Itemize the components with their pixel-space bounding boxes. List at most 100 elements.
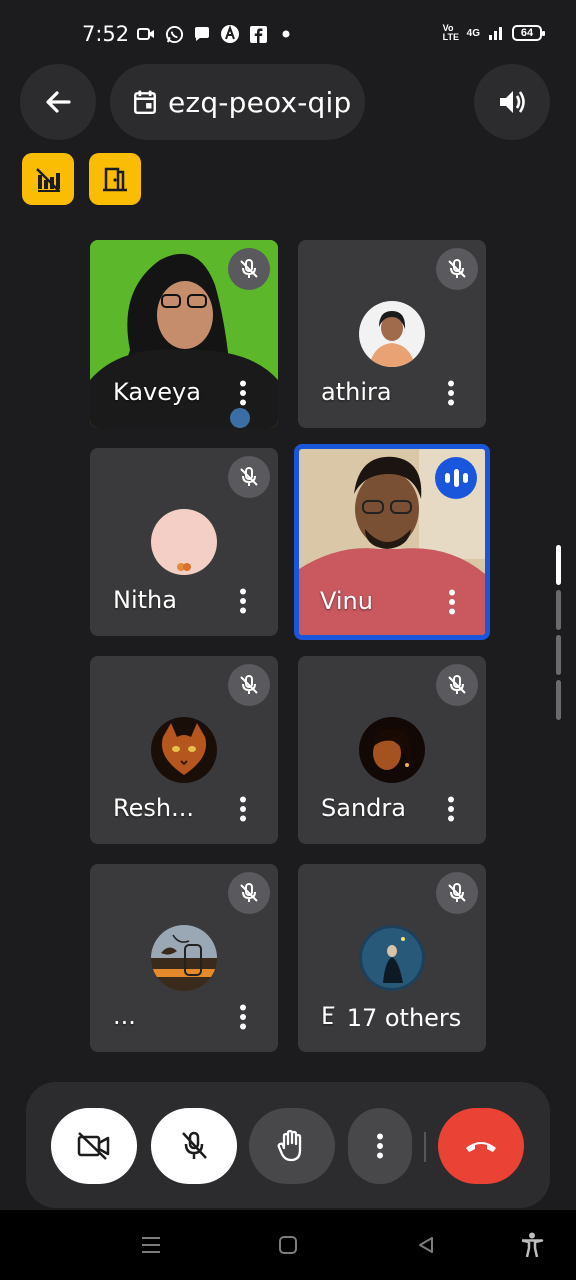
mic-off-badge xyxy=(436,664,478,706)
scroll-indicator xyxy=(556,680,561,720)
scroll-indicator-active xyxy=(556,545,561,585)
accessibility-icon xyxy=(521,1232,544,1258)
battery-icon: 64 xyxy=(512,25,545,41)
more-options-button[interactable] xyxy=(438,794,464,824)
no-network-icon xyxy=(36,168,60,192)
whatsapp-icon xyxy=(164,24,184,44)
chat-icon xyxy=(192,24,212,44)
mic-off-badge xyxy=(228,664,270,706)
menu-icon xyxy=(142,1237,160,1253)
more-options-button[interactable] xyxy=(230,586,256,616)
accessibility-button[interactable] xyxy=(519,1232,545,1258)
app-a-icon xyxy=(220,24,240,44)
volte-label: Vo LTE xyxy=(442,23,459,42)
more-options-button[interactable] xyxy=(230,1002,256,1032)
participant-tile-active[interactable]: Vinu xyxy=(294,444,490,640)
square-icon xyxy=(279,1236,297,1254)
mic-off-icon xyxy=(240,883,258,902)
participant-name: Resh... xyxy=(113,794,194,822)
participant-name: Kaveya xyxy=(113,378,201,406)
mic-off-icon xyxy=(448,259,466,278)
back-nav-button[interactable] xyxy=(413,1232,439,1258)
status-bar: 7:52 Vo LTE 4G 64 xyxy=(0,0,576,70)
participant-tile[interactable]: athira xyxy=(298,240,486,428)
meeting-info-button[interactable]: ezq-peox-qip xyxy=(110,64,365,140)
avatar xyxy=(359,717,425,783)
more-options-button[interactable] xyxy=(230,794,256,824)
avatar xyxy=(151,717,217,783)
notification-icons xyxy=(136,24,296,44)
room-button[interactable] xyxy=(89,153,141,205)
avatar xyxy=(151,925,217,991)
home-button[interactable] xyxy=(275,1232,301,1258)
participant-name: ... xyxy=(113,1002,136,1030)
door-icon xyxy=(103,167,127,192)
mic-toggle-button[interactable] xyxy=(151,1108,237,1184)
mic-off-badge xyxy=(436,872,478,914)
mic-off-badge xyxy=(228,456,270,498)
avatar xyxy=(359,301,425,367)
mic-off-icon xyxy=(448,675,466,694)
more-vert-icon xyxy=(240,796,246,822)
more-vert-icon xyxy=(448,380,454,406)
calendar-icon xyxy=(134,90,156,115)
participant-name: Nitha xyxy=(113,586,177,614)
mic-off-icon xyxy=(240,467,258,486)
network-label: 4G xyxy=(466,27,480,39)
speaker-button[interactable] xyxy=(474,64,550,140)
battery-level: 64 xyxy=(520,27,534,39)
mic-off-icon xyxy=(240,675,258,694)
camera-toggle-button[interactable] xyxy=(51,1108,137,1184)
participant-tile[interactable]: Nitha xyxy=(90,448,278,636)
more-options-button[interactable] xyxy=(439,587,465,617)
more-options-button[interactable] xyxy=(230,378,256,408)
facebook-icon xyxy=(248,24,268,44)
hand-icon xyxy=(277,1129,302,1162)
speaking-indicator xyxy=(435,457,477,499)
call-end-icon xyxy=(466,1142,496,1152)
system-status: Vo LTE 4G 64 xyxy=(442,23,545,42)
scroll-indicator xyxy=(556,635,561,675)
more-options-button[interactable] xyxy=(348,1108,412,1184)
participant-name: Sandra xyxy=(321,794,406,822)
poor-connection-button[interactable] xyxy=(22,153,74,205)
avatar xyxy=(359,925,425,991)
more-vert-icon xyxy=(240,588,246,614)
others-button[interactable]: 17 others xyxy=(332,992,476,1044)
mic-off-badge xyxy=(228,248,270,290)
more-vert-icon xyxy=(377,1133,383,1159)
more-vert-icon xyxy=(449,589,455,615)
back-button[interactable] xyxy=(20,64,96,140)
mic-off-icon xyxy=(448,883,466,902)
meeting-code: ezq-peox-qip xyxy=(168,85,352,119)
end-call-button[interactable] xyxy=(438,1108,524,1184)
mic-off-icon xyxy=(240,259,258,278)
participant-tile[interactable]: Resh... xyxy=(90,656,278,844)
avatar xyxy=(151,509,217,575)
participant-tile[interactable]: Kaveya xyxy=(90,240,278,428)
arrow-left-icon xyxy=(46,91,71,113)
more-vert-icon xyxy=(240,1004,246,1030)
volume-icon xyxy=(500,91,525,113)
participant-tile[interactable]: ... xyxy=(90,864,278,1052)
system-nav-bar xyxy=(0,1210,576,1280)
videocam-off-icon xyxy=(77,1132,110,1160)
more-vert-icon xyxy=(240,380,246,406)
triangle-back-icon xyxy=(419,1237,433,1253)
scroll-indicator xyxy=(556,590,561,630)
participant-name: athira xyxy=(321,378,392,406)
mic-off-badge xyxy=(228,872,270,914)
divider xyxy=(424,1132,426,1162)
more-vert-icon xyxy=(448,796,454,822)
raise-hand-button[interactable] xyxy=(249,1108,335,1184)
status-time: 7:52 xyxy=(82,22,130,46)
call-controls xyxy=(26,1082,550,1208)
signal-icon xyxy=(489,27,502,40)
video-notification-icon xyxy=(136,24,156,44)
participant-name: Vinu xyxy=(320,587,373,615)
mic-off-badge xyxy=(436,248,478,290)
mic-off-icon xyxy=(182,1131,207,1159)
more-options-button[interactable] xyxy=(438,378,464,408)
recent-apps-button[interactable] xyxy=(138,1232,164,1258)
participant-tile[interactable]: Sandra xyxy=(298,656,486,844)
